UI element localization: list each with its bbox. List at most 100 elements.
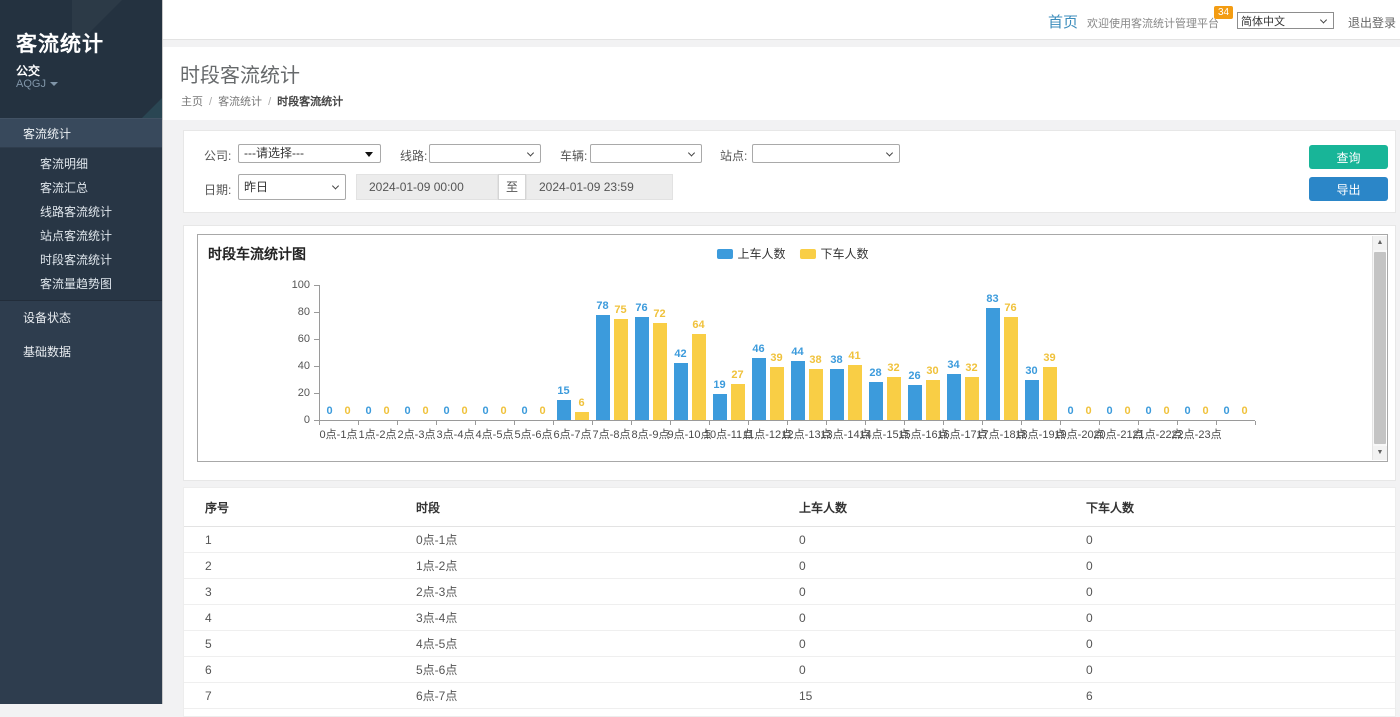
data-table-card: 序号时段上车人数下车人数 10点-1点0021点-2点0032点-3点0043点… [183, 487, 1396, 717]
table-body: 10点-1点0021点-2点0032点-3点0043点-4点0054点-5点00… [184, 527, 1395, 709]
bar-上车人数-11点-12点[interactable] [752, 358, 766, 420]
legend-item-下车人数[interactable]: 下车人数 [800, 245, 869, 262]
bar-下车人数-7点-8点[interactable] [614, 319, 628, 420]
bar-下车人数-12点-13点[interactable] [809, 369, 823, 420]
sidebar-item-设备状态[interactable]: 设备状态 [0, 301, 162, 335]
date-label: 日期: [204, 181, 231, 198]
vehicle-select[interactable] [590, 144, 702, 163]
table-header-row: 序号时段上车人数下车人数 [184, 488, 1395, 527]
bar-上车人数-17点-18点[interactable] [986, 308, 1000, 420]
bar-上车人数-9点-10点[interactable] [674, 363, 688, 420]
legend-item-上车人数[interactable]: 上车人数 [716, 245, 785, 262]
hourly-passenger-table: 序号时段上车人数下车人数 10点-1点0021点-2点0032点-3点0043点… [184, 488, 1395, 709]
bar-上车人数-14点-15点[interactable] [869, 382, 883, 420]
scrollbar-thumb[interactable] [1374, 252, 1386, 444]
date-preset-select[interactable]: 昨日 [238, 174, 346, 200]
bar-上车人数-8点-9点[interactable] [635, 317, 649, 420]
chevron-down-icon [886, 149, 893, 156]
company-select[interactable]: ---请选择--- [238, 144, 381, 163]
logout-link[interactable]: 退出登录 [1348, 14, 1396, 31]
home-link[interactable]: 首页 [1048, 11, 1078, 32]
sidebar-item-时段客流统计[interactable]: 时段客流统计 [0, 248, 162, 272]
company-label: 公司: [204, 147, 231, 164]
bar-下车人数-17点-18点[interactable] [1004, 317, 1018, 420]
bar-value-label: 0 [1106, 405, 1112, 417]
bar-value-label: 0 [461, 405, 467, 417]
bar-下车人数-14点-15点[interactable] [887, 377, 901, 420]
line-select[interactable] [429, 144, 541, 163]
chevron-down-icon [688, 149, 695, 156]
chart-vertical-scrollbar[interactable]: ▲ ▼ [1372, 236, 1386, 460]
bar-value-label: 32 [887, 362, 899, 374]
bar-上车人数-18点-19点[interactable] [1025, 380, 1039, 421]
sidebar-other-menu: 设备状态基础数据 [0, 301, 162, 369]
legend-label: 下车人数 [821, 245, 869, 262]
bar-value-label: 0 [1163, 405, 1169, 417]
language-select[interactable]: 简体中文 [1237, 12, 1334, 29]
bar-value-label: 0 [539, 405, 545, 417]
bar-value-label: 0 [521, 405, 527, 417]
bar-value-label: 39 [1043, 352, 1055, 364]
sidebar-item-客流量趋势图[interactable]: 客流量趋势图 [0, 272, 162, 296]
station-select[interactable] [752, 144, 900, 163]
bar-value-label: 6 [578, 397, 584, 409]
date-from-input[interactable]: 2024-01-09 00:00 [356, 174, 498, 200]
table-row: 21点-2点00 [184, 553, 1395, 579]
sidebar-logo-area: 客流统计 公交 AQGJ [0, 0, 162, 118]
bar-下车人数-13点-14点[interactable] [848, 365, 862, 420]
bar-下车人数-8点-9点[interactable] [653, 323, 667, 420]
sidebar-item-线路客流统计[interactable]: 线路客流统计 [0, 200, 162, 224]
x-category-label: 3点-4点 [437, 426, 475, 442]
bar-value-label: 76 [1004, 302, 1016, 314]
y-tick-mark [314, 285, 319, 286]
bar-上车人数-13点-14点[interactable] [830, 369, 844, 420]
x-tick-mark [904, 421, 905, 425]
sidebar-item-客流明细[interactable]: 客流明细 [0, 152, 162, 176]
scroll-up-arrow-icon[interactable]: ▲ [1373, 236, 1387, 250]
bar-上车人数-15点-16点[interactable] [908, 385, 922, 420]
bar-下车人数-15点-16点[interactable] [926, 380, 940, 421]
table-cell: 2点-3点 [416, 579, 799, 605]
y-tick-mark [314, 339, 319, 340]
scroll-down-arrow-icon[interactable]: ▼ [1373, 446, 1387, 460]
breadcrumb-item[interactable]: 客流统计 [218, 96, 262, 108]
bar-下车人数-6点-7点[interactable] [575, 412, 589, 420]
bar-下车人数-9点-10点[interactable] [692, 334, 706, 420]
bar-上车人数-10点-11点[interactable] [713, 394, 727, 420]
table-cell: 3 [184, 579, 416, 605]
bar-上车人数-12点-13点[interactable] [791, 361, 805, 420]
bar-value-label: 38 [809, 354, 821, 366]
table-row: 32点-3点00 [184, 579, 1395, 605]
bar-下车人数-10点-11点[interactable] [731, 384, 745, 420]
sidebar-section-passenger-stats[interactable]: 客流统计 [0, 118, 162, 148]
x-tick-mark [826, 421, 827, 425]
x-tick-mark [514, 421, 515, 425]
sidebar-item-站点客流统计[interactable]: 站点客流统计 [0, 224, 162, 248]
table-cell: 0 [1086, 605, 1395, 631]
chart-card: 时段车流统计图 上车人数下车人数 ▲ ▼ 0204060801000点-1点00… [183, 225, 1396, 481]
x-tick-mark [631, 421, 632, 425]
sidebar-item-客流汇总[interactable]: 客流汇总 [0, 176, 162, 200]
export-button[interactable]: 导出 [1309, 177, 1388, 201]
y-tick-label: 0 [280, 414, 310, 426]
x-tick-mark [787, 421, 788, 425]
bar-上车人数-7点-8点[interactable] [596, 315, 610, 420]
org-code-dropdown[interactable]: AQGJ [16, 78, 58, 90]
table-cell: 7 [184, 683, 416, 709]
notification-badge[interactable]: 34 [1214, 6, 1233, 19]
query-button[interactable]: 查询 [1309, 145, 1388, 169]
x-category-label: 1点-2点 [359, 426, 397, 442]
sidebar-item-基础数据[interactable]: 基础数据 [0, 335, 162, 369]
date-to-input[interactable]: 2024-01-09 23:59 [526, 174, 673, 200]
bar-下车人数-16点-17点[interactable] [965, 377, 979, 420]
chart-title: 时段车流统计图 [208, 244, 306, 264]
bar-下车人数-18点-19点[interactable] [1043, 367, 1057, 420]
table-row: 10点-1点00 [184, 527, 1395, 553]
x-tick-mark [1255, 421, 1256, 425]
bar-上车人数-16点-17点[interactable] [947, 374, 961, 420]
bar-上车人数-6点-7点[interactable] [557, 400, 571, 420]
bar-value-label: 0 [422, 405, 428, 417]
bar-下车人数-11点-12点[interactable] [770, 367, 784, 420]
welcome-text: 欢迎使用客流统计管理平台 [1087, 15, 1219, 31]
breadcrumb-item[interactable]: 主页 [181, 96, 203, 108]
